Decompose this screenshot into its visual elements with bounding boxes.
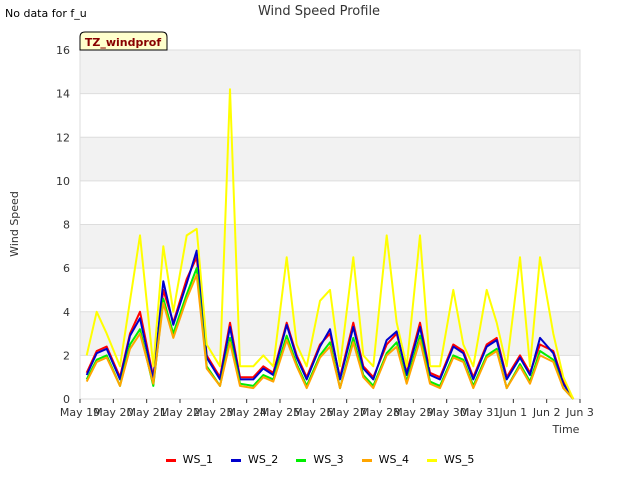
x-axis-label: Time (552, 423, 580, 436)
wind-speed-chart: Wind Speed Profile 0 2 4 6 8 10 12 14 16 May 19M… (8, 4, 594, 436)
site-label: TZ_windprof (85, 36, 161, 49)
legend-item-ws_4: WS_4 (361, 453, 410, 466)
x-axis-ticks: May 19May 20May 21May 22May 23May 24May … (60, 399, 594, 419)
legend-item-ws_3: WS_3 (296, 453, 344, 466)
x-tick-label: May 31 (460, 406, 500, 419)
plot-band (80, 50, 580, 94)
y-tick-label: 10 (56, 175, 70, 188)
legend-label: WS_5 (444, 453, 475, 466)
y-axis-ticks: 0 2 4 6 8 10 12 14 16 (56, 44, 70, 406)
legend-swatch (427, 458, 438, 462)
y-tick-label: 14 (56, 88, 70, 101)
legend-swatch (165, 458, 176, 462)
x-tick-label: Jun 2 (532, 406, 561, 419)
x-tick-label: Jun 1 (498, 406, 527, 419)
legend-label: WS_4 (378, 453, 410, 466)
x-tick-label: Jun 3 (565, 406, 594, 419)
legend-swatch (230, 458, 241, 462)
legend-swatch (361, 458, 372, 462)
chart-title: Wind Speed Profile (258, 4, 380, 19)
plot-band (80, 137, 580, 181)
y-tick-label: 0 (63, 393, 70, 406)
site-label-box: TZ_windprof (79, 31, 168, 51)
legend-swatch (296, 458, 307, 462)
legend: WS_1 WS_2 WS_3 WS_4 WS_5 (0, 453, 640, 466)
plot-band (80, 224, 580, 269)
legend-label: WS_2 (247, 453, 279, 466)
y-tick-label: 4 (63, 306, 70, 319)
y-tick-label: 16 (56, 44, 70, 57)
legend-label: WS_3 (313, 453, 344, 466)
y-tick-label: 8 (63, 219, 70, 232)
y-axis-label: Wind Speed (8, 191, 21, 257)
legend-item-ws_2: WS_2 (230, 453, 279, 466)
legend-item-ws_5: WS_5 (427, 453, 474, 466)
y-tick-label: 6 (63, 262, 70, 275)
legend-item-ws_1: WS_1 (165, 453, 213, 466)
y-tick-label: 12 (56, 131, 70, 144)
legend-label: WS_1 (182, 453, 213, 466)
y-tick-label: 2 (63, 349, 70, 362)
